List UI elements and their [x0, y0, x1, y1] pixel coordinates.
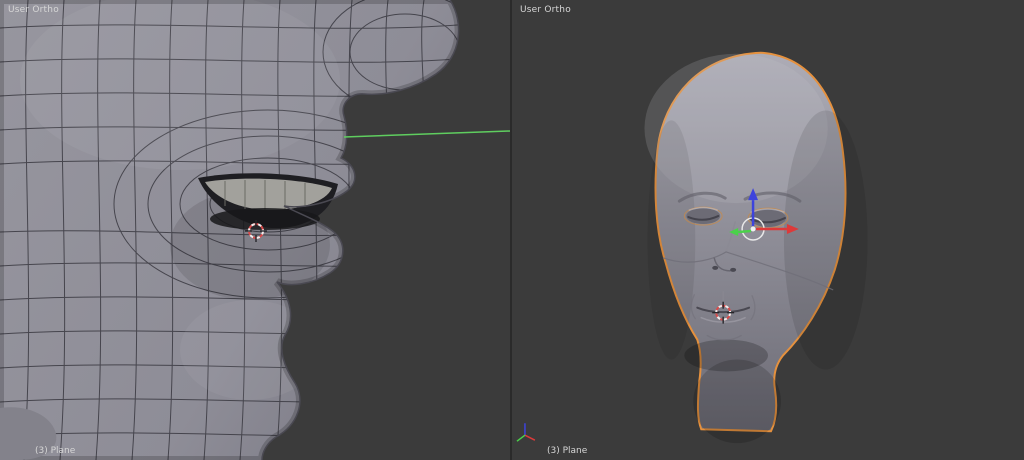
status-label-right: (3) Plane	[547, 446, 587, 456]
guide-line	[344, 131, 510, 137]
gizmo-center-dot[interactable]	[751, 227, 756, 232]
viewport-right-canvas[interactable]	[512, 0, 1024, 460]
status-label-left: (3) Plane	[35, 446, 75, 456]
view-label-right: User Ortho	[520, 5, 571, 15]
viewport-left-canvas[interactable]	[0, 0, 510, 460]
mini-axis-gizmo	[517, 423, 535, 441]
blender-3d-view: { "viewport_left": { "view_label": "User…	[0, 0, 1024, 460]
viewport-right[interactable]: User Ortho	[510, 0, 1024, 460]
viewport-left[interactable]: User Ortho	[0, 0, 510, 460]
head-object[interactable]	[644, 53, 867, 443]
view-label-left: User Ortho	[8, 5, 59, 15]
